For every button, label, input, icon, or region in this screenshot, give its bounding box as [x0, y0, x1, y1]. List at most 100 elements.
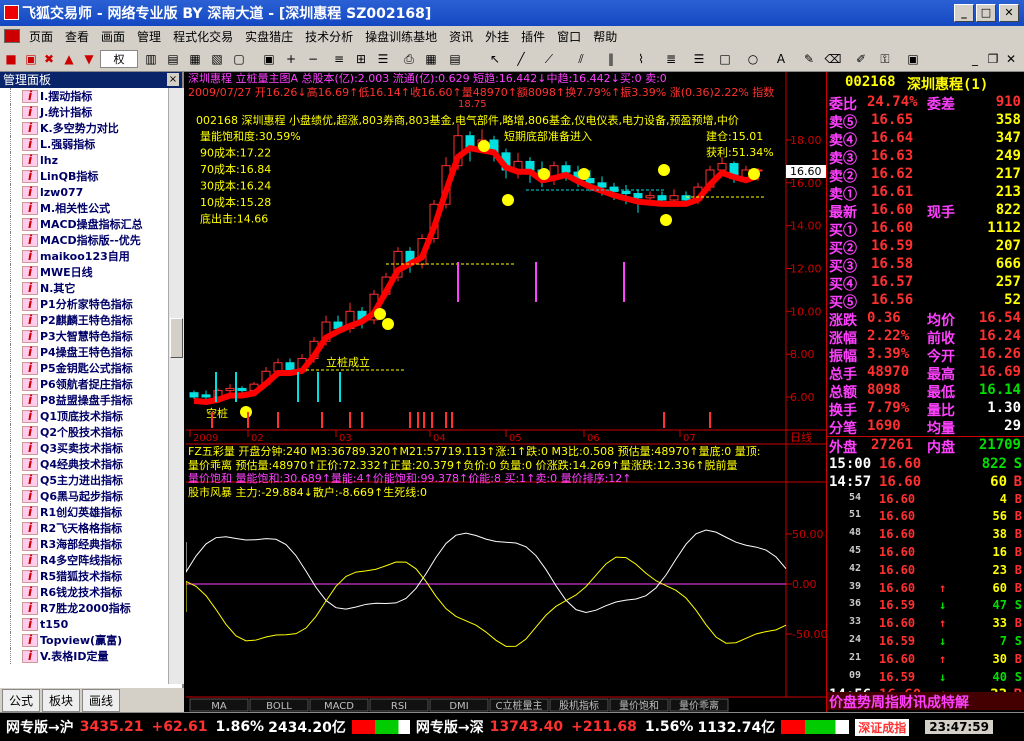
- formula-folder-item[interactable]: i Q3买卖技术指标: [0, 440, 168, 456]
- text-icon[interactable]: A: [772, 50, 790, 68]
- formula-folder-item[interactable]: i R6钱龙技术指标: [0, 584, 168, 600]
- formula-folder-item[interactable]: i R2飞天格格指标: [0, 520, 168, 536]
- formula-folder-item[interactable]: i MACD操盘指标汇总: [0, 216, 168, 232]
- window-icon[interactable]: ▢: [230, 50, 248, 68]
- zoom-in-icon[interactable]: +: [282, 50, 300, 68]
- line-draw-icon[interactable]: ╱: [512, 50, 530, 68]
- brush-icon[interactable]: ✐: [852, 50, 870, 68]
- calc-icon[interactable]: ▤: [446, 50, 464, 68]
- eraser-icon[interactable]: ⌫: [824, 50, 842, 68]
- formula-folder-item[interactable]: i MWE日线: [0, 264, 168, 280]
- minimize-button[interactable]: _: [954, 4, 974, 22]
- index-ticker[interactable]: 深证成指: [855, 718, 910, 736]
- menu-item[interactable]: 窗口: [551, 28, 587, 45]
- formula-folder-item[interactable]: i P4操盘王特色指标: [0, 344, 168, 360]
- menu-item[interactable]: 技术分析: [299, 28, 359, 45]
- menu-item[interactable]: 帮助: [587, 28, 623, 45]
- formula-folder-item[interactable]: i P3大智慧特色指标: [0, 328, 168, 344]
- menu-item[interactable]: 实盘猎庄: [239, 28, 299, 45]
- print-icon[interactable]: ⎙: [400, 50, 418, 68]
- pointer-icon[interactable]: ↖: [486, 50, 504, 68]
- sz-index-label[interactable]: 网专版→深: [416, 717, 484, 737]
- chart-canvas[interactable]: 深圳惠程 立桩量主图A 总股本(亿):2.003 流通(亿):0.629 短趋:…: [185, 71, 827, 712]
- menu-item[interactable]: 程式化交易: [167, 28, 239, 45]
- menu-item[interactable]: 页面: [23, 28, 59, 45]
- panel-close-button[interactable]: ×: [167, 73, 179, 86]
- close-icon[interactable]: ✖: [40, 50, 58, 68]
- formula-folder-item[interactable]: i R4多空阵线指标: [0, 552, 168, 568]
- formula-folder-item[interactable]: i P6领航者捉庄指标: [0, 376, 168, 392]
- zoom-out-icon[interactable]: −: [304, 50, 322, 68]
- vertical-lines-icon[interactable]: ‖: [602, 50, 620, 68]
- formula-folder-item[interactable]: i V.表格ID定量: [0, 648, 168, 664]
- sub-close-button[interactable]: ✕: [1002, 50, 1020, 68]
- sort-icon[interactable]: ≡: [330, 50, 348, 68]
- formula-folder-item[interactable]: i maikoo123自用: [0, 248, 168, 264]
- grid-icon[interactable]: ▧: [208, 50, 226, 68]
- menu-item[interactable]: 资讯: [443, 28, 479, 45]
- filter-icon[interactable]: ⊞: [352, 50, 370, 68]
- kline-chart-area[interactable]: 深圳惠程 立桩量主图A 总股本(亿):2.003 流通(亿):0.629 短趋:…: [185, 71, 827, 712]
- panel-scrollbar[interactable]: [168, 88, 184, 684]
- tile-icon[interactable]: ▣: [260, 50, 278, 68]
- menu-item[interactable]: 外挂: [479, 28, 515, 45]
- lock-icon[interactable]: ⚿: [876, 50, 894, 68]
- chart-icon[interactable]: ▥: [142, 50, 160, 68]
- save-icon[interactable]: ▣: [22, 50, 40, 68]
- formula-folder-item[interactable]: i Q4经典技术指标: [0, 456, 168, 472]
- formula-folder-item[interactable]: i P5金钥匙公式指标: [0, 360, 168, 376]
- bar-chart-icon[interactable]: ▤: [164, 50, 182, 68]
- kline-icon[interactable]: ▦: [186, 50, 204, 68]
- formula-folder-item[interactable]: i N.其它: [0, 280, 168, 296]
- up-arrow-icon[interactable]: ▲: [60, 50, 78, 68]
- formula-folder-item[interactable]: i P1分析家特色指标: [0, 296, 168, 312]
- formula-folder-item[interactable]: i t150: [0, 616, 168, 632]
- formula-folder-item[interactable]: i R7胜龙2000指标: [0, 600, 168, 616]
- scroll-thumb[interactable]: [170, 318, 183, 358]
- menu-item[interactable]: 画面: [95, 28, 131, 45]
- formula-folder-item[interactable]: i R3海部经典指标: [0, 536, 168, 552]
- formula-folder-item[interactable]: i L.强弱指标: [0, 136, 168, 152]
- fan-icon[interactable]: ⌇: [632, 50, 650, 68]
- panel-tab[interactable]: 画线: [82, 688, 121, 712]
- menu-item[interactable]: 操盘训练基地: [359, 28, 443, 45]
- fibonacci-icon[interactable]: ☰: [690, 50, 708, 68]
- formula-folder-item[interactable]: i P2麒麟王特色指标: [0, 312, 168, 328]
- rectangle-icon[interactable]: □: [716, 50, 734, 68]
- sub-minimize-button[interactable]: _: [966, 50, 984, 68]
- disk-icon[interactable]: ▣: [904, 50, 922, 68]
- close-button[interactable]: ✕: [999, 4, 1019, 22]
- formula-folder-item[interactable]: i Q1顶底技术指标: [0, 408, 168, 424]
- segment-icon[interactable]: ⟋: [540, 50, 558, 68]
- formula-folder-item[interactable]: i Q2个股技术指标: [0, 424, 168, 440]
- sub-restore-button[interactable]: ❐: [984, 50, 1002, 68]
- stop-icon[interactable]: ■: [2, 50, 20, 68]
- table-icon[interactable]: ▦: [422, 50, 440, 68]
- down-arrow-icon[interactable]: ▼: [80, 50, 98, 68]
- list-icon[interactable]: ☰: [374, 50, 392, 68]
- panel-tab[interactable]: 公式: [2, 688, 41, 712]
- parallel-icon[interactable]: ≣: [662, 50, 680, 68]
- formula-folder-item[interactable]: i P8益盟操盘手指标: [0, 392, 168, 408]
- formula-folder-item[interactable]: i Q6黑马起步指标: [0, 488, 168, 504]
- formula-folder-item[interactable]: i M.相关性公式: [0, 200, 168, 216]
- panel-tab[interactable]: 板块: [42, 688, 81, 712]
- formula-folder-item[interactable]: i K.多空势力对比: [0, 120, 168, 136]
- formula-folder-item[interactable]: i lzw077: [0, 184, 168, 200]
- formula-folder-item[interactable]: i I.摆动指标: [0, 88, 168, 104]
- menu-item[interactable]: 插件: [515, 28, 551, 45]
- sh-index-label[interactable]: 网专版→沪: [6, 717, 74, 737]
- weight-combo[interactable]: 权: [100, 50, 138, 68]
- formula-folder-item[interactable]: i J.统计指标: [0, 104, 168, 120]
- formula-folder-item[interactable]: i lhz: [0, 152, 168, 168]
- pen-icon[interactable]: ✎: [800, 50, 818, 68]
- maximize-button[interactable]: □: [976, 4, 996, 22]
- formula-folder-item[interactable]: i R5猎狐技术指标: [0, 568, 168, 584]
- menu-item[interactable]: 查看: [59, 28, 95, 45]
- menu-item[interactable]: 管理: [131, 28, 167, 45]
- ellipse-icon[interactable]: ○: [744, 50, 762, 68]
- channel-icon[interactable]: ⫽: [572, 50, 590, 68]
- formula-folder-item[interactable]: i MACD指标版--优先: [0, 232, 168, 248]
- formula-folder-item[interactable]: i LinQB指标: [0, 168, 168, 184]
- formula-folder-item[interactable]: i R1创幻英雄指标: [0, 504, 168, 520]
